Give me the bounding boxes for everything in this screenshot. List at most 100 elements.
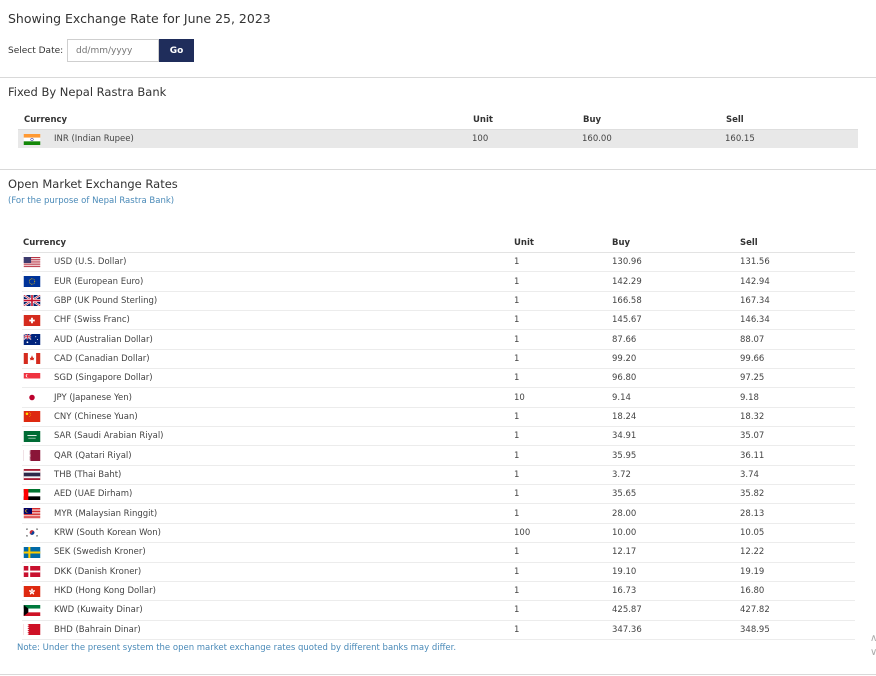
- disclaimer-note: Note: Under the present system the open …: [17, 643, 457, 653]
- currency-name: THB (Thai Baht): [54, 469, 122, 480]
- sell-cell: 97.25: [740, 373, 765, 384]
- unit-cell: 1: [514, 373, 520, 384]
- open-market-section: Open Market Exchange Rates (For the purp…: [0, 170, 876, 675]
- denmark-flag-icon: [23, 566, 41, 578]
- currency-name: HKD (Hong Kong Dollar): [54, 586, 156, 597]
- unit-cell: 100: [514, 527, 531, 538]
- page-title: Showing Exchange Rate for June 25, 2023: [8, 11, 271, 26]
- sell-cell: 427.82: [740, 605, 770, 616]
- uae-flag-icon: [23, 488, 41, 500]
- bahrain-flag-icon: [23, 624, 41, 636]
- table-row: DKK (Danish Kroner) 1 19.10 19.19: [22, 563, 855, 582]
- date-input[interactable]: [67, 39, 159, 62]
- open-table-header: Currency Unit Buy Sell: [22, 234, 855, 253]
- table-row: KWD (Kuwaity Dinar) 1 425.87 427.82: [22, 601, 855, 621]
- table-row: SGD (Singapore Dollar) 1 96.80 97.25: [22, 369, 855, 389]
- kuwait-flag-icon: [23, 604, 41, 616]
- unit-cell: 1: [514, 469, 520, 480]
- currency-cell: AUD (Australian Dollar): [23, 334, 514, 346]
- sell-cell: 35.07: [740, 431, 765, 442]
- column-header-buy: Buy: [612, 238, 631, 248]
- buy-cell: 96.80: [612, 373, 637, 384]
- table-row: THB (Thai Baht) 1 3.72 3.74: [22, 466, 855, 486]
- table-row: AUD (Australian Dollar) 1 87.66 88.07: [22, 330, 855, 350]
- column-header-unit: Unit: [473, 115, 493, 125]
- currency-cell: KWD (Kuwaity Dinar): [23, 604, 514, 616]
- date-label: Select Date:: [8, 45, 64, 56]
- fixed-section-title: Fixed By Nepal Rastra Bank: [8, 85, 167, 99]
- buy-cell: 10.00: [612, 527, 637, 538]
- unit-cell: 1: [514, 257, 520, 268]
- table-row: EUR (European Euro) 1 142.29 142.94: [22, 272, 855, 292]
- sell-cell: 19.19: [740, 566, 765, 577]
- table-row: HKD (Hong Kong Dollar) 1 16.73 16.80: [22, 582, 855, 602]
- currency-cell: USD (U.S. Dollar): [23, 256, 514, 268]
- currency-name: USD (U.S. Dollar): [54, 257, 127, 268]
- currency-name: INR (Indian Rupee): [54, 134, 134, 144]
- usa-flag-icon: [23, 256, 41, 268]
- buy-cell: 425.87: [612, 605, 642, 616]
- column-header-unit: Unit: [514, 238, 534, 248]
- buy-cell: 9.14: [612, 392, 631, 403]
- china-flag-icon: [23, 411, 41, 423]
- table-row: CHF (Swiss Franc) 1 145.67 146.34: [22, 311, 855, 331]
- buy-cell: 130.96: [612, 257, 642, 268]
- switzerland-flag-icon: [23, 314, 41, 326]
- thailand-flag-icon: [23, 469, 41, 481]
- unit-cell: 1: [514, 605, 520, 616]
- unit-cell: 1: [514, 489, 520, 500]
- table-row: KRW (South Korean Won) 100 10.00 10.05: [22, 524, 855, 544]
- currency-cell: THB (Thai Baht): [23, 469, 514, 481]
- fixed-table-body: INR (Indian Rupee) 100 160.00 160.15: [8, 129, 868, 148]
- sell-cell: 3.74: [740, 469, 759, 480]
- currency-cell: CAD (Canadian Dollar): [23, 353, 514, 365]
- go-button[interactable]: Go: [159, 39, 194, 62]
- column-header-sell: Sell: [740, 238, 758, 248]
- unit-cell: 1: [514, 450, 520, 461]
- currency-name: AED (UAE Dirham): [54, 489, 133, 500]
- currency-name: MYR (Malaysian Ringgit): [54, 508, 158, 519]
- unit-cell: 1: [514, 566, 520, 577]
- buy-cell: 166.58: [612, 295, 642, 306]
- table-row: MYR (Malaysian Ringgit) 1 28.00 28.13: [22, 504, 855, 524]
- currency-name: SGD (Singapore Dollar): [54, 373, 153, 384]
- currency-name: CHF (Swiss Franc): [54, 315, 130, 326]
- buy-cell: 18.24: [612, 411, 637, 422]
- currency-name: CAD (Canadian Dollar): [54, 353, 150, 364]
- currency-name: SEK (Swedish Kroner): [54, 547, 146, 558]
- currency-cell: INR (Indian Rupee): [23, 133, 472, 145]
- currency-cell: SEK (Swedish Kroner): [23, 546, 514, 558]
- australia-flag-icon: [23, 334, 41, 346]
- buy-cell: 35.65: [612, 489, 637, 500]
- sell-cell: 167.34: [740, 295, 770, 306]
- buy-cell: 28.00: [612, 508, 637, 519]
- singapore-flag-icon: [23, 372, 41, 384]
- fixed-rate-section: Fixed By Nepal Rastra Bank Currency Unit…: [0, 78, 876, 170]
- open-section-title: Open Market Exchange Rates: [8, 177, 178, 191]
- unit-cell: 1: [514, 547, 520, 558]
- currency-cell: KRW (South Korean Won): [23, 527, 514, 539]
- sell-cell: 10.05: [740, 527, 765, 538]
- unit-cell: 1: [514, 586, 520, 597]
- sell-cell: 28.13: [740, 508, 765, 519]
- table-row: INR (Indian Rupee) 100 160.00 160.15: [18, 129, 858, 148]
- sell-cell: 12.22: [740, 547, 765, 558]
- currency-cell: AED (UAE Dirham): [23, 488, 514, 500]
- currency-cell: SGD (Singapore Dollar): [23, 372, 514, 384]
- sell-cell: 131.56: [740, 257, 770, 268]
- currency-cell: JPY (Japanese Yen): [23, 392, 514, 404]
- currency-name: CNY (Chinese Yuan): [54, 411, 138, 422]
- currency-name: AUD (Australian Dollar): [54, 334, 153, 345]
- malaysia-flag-icon: [23, 508, 41, 520]
- column-header-currency: Currency: [24, 115, 68, 125]
- sell-cell: 142.94: [740, 276, 770, 287]
- currency-name: GBP (UK Pound Sterling): [54, 295, 158, 306]
- buy-cell: 87.66: [612, 334, 637, 345]
- currency-cell: CHF (Swiss Franc): [23, 314, 514, 326]
- saudi-arabia-flag-icon: [23, 430, 41, 442]
- unit-cell: 1: [514, 508, 520, 519]
- buy-cell: 142.29: [612, 276, 642, 287]
- currency-name: EUR (European Euro): [54, 276, 144, 287]
- currency-name: KRW (South Korean Won): [54, 527, 161, 538]
- scroll-edge-glyph: ∧ ∨: [870, 633, 876, 658]
